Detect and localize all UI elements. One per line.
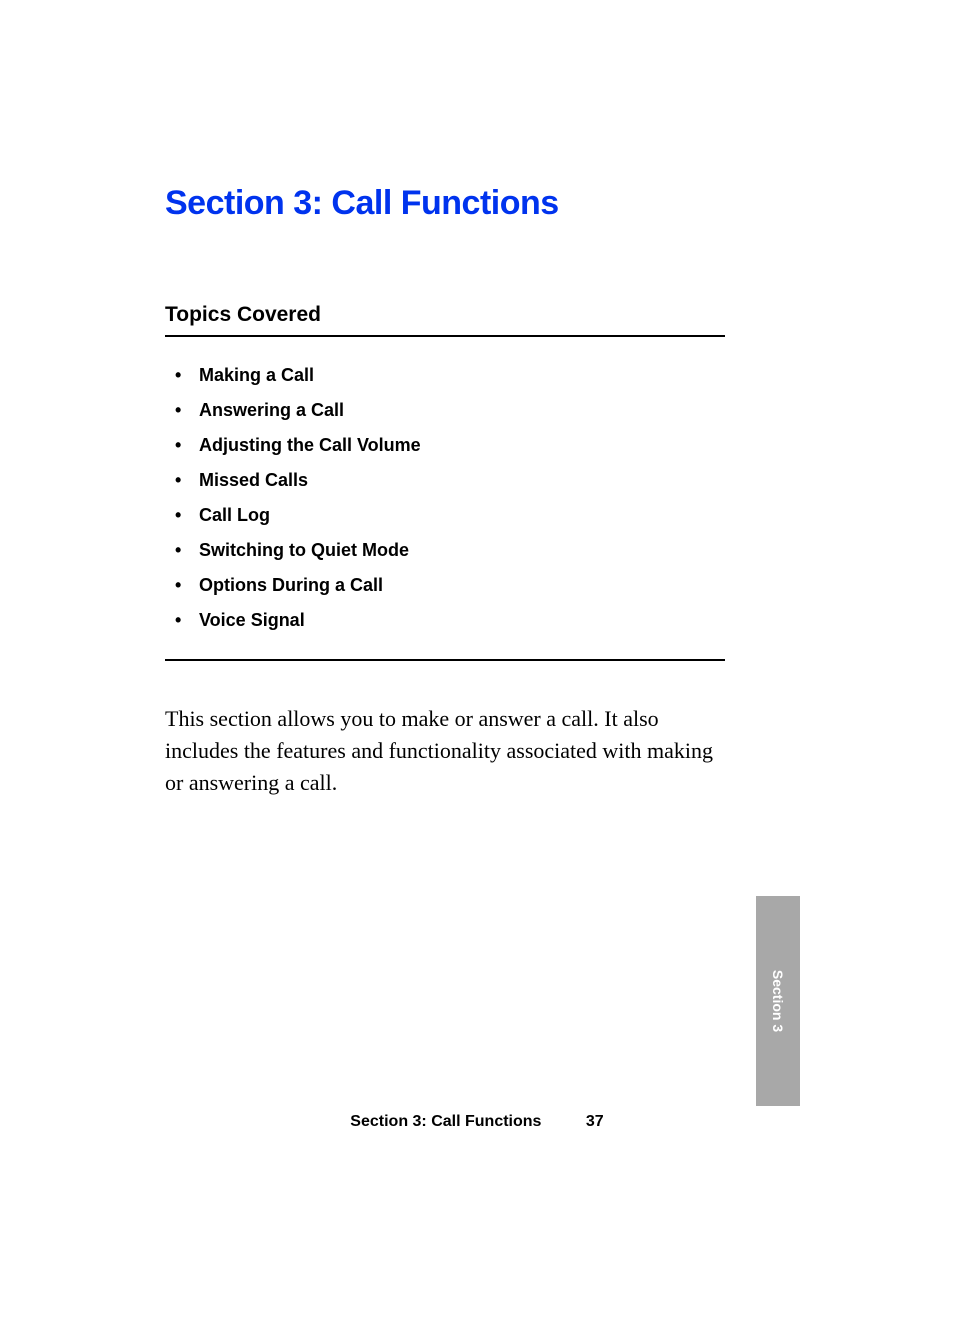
thumb-tab: Section 3 xyxy=(756,896,800,1106)
footer: Section 3: Call Functions 37 xyxy=(0,1113,954,1131)
list-item: Switching to Quiet Mode xyxy=(179,540,725,561)
list-item: Making a Call xyxy=(179,365,725,386)
list-item: Voice Signal xyxy=(179,610,725,631)
page-content: Section 3: Call Functions Topics Covered… xyxy=(165,184,725,821)
list-item: Call Log xyxy=(179,505,725,526)
footer-page-number: 37 xyxy=(586,1113,604,1130)
list-item: Answering a Call xyxy=(179,400,725,421)
topics-list: Making a Call Answering a Call Adjusting… xyxy=(165,365,725,631)
rule-bottom xyxy=(165,659,725,661)
footer-title: Section 3: Call Functions xyxy=(350,1113,541,1130)
section-title: Section 3: Call Functions xyxy=(165,184,725,223)
list-item: Missed Calls xyxy=(179,470,725,491)
list-item: Adjusting the Call Volume xyxy=(179,435,725,456)
body-text: This section allows you to make or answe… xyxy=(165,703,725,799)
rule-top xyxy=(165,335,725,337)
topics-heading: Topics Covered xyxy=(165,303,725,327)
thumb-tab-label: Section 3 xyxy=(770,970,786,1032)
list-item: Options During a Call xyxy=(179,575,725,596)
